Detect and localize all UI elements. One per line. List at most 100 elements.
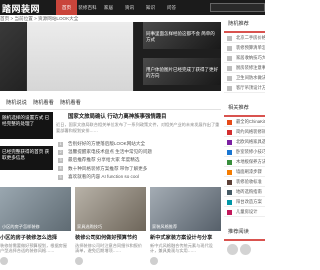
list-item[interactable]: 4 数十种风格装修方案推荐 带你了解更多 <box>56 165 221 173</box>
thumb-caption: 同事里面怎样经验这都不会 简单的方式 <box>146 31 215 42</box>
bullet-icon <box>227 35 232 41</box>
list-item[interactable]: 3 最后推荐推荐 分享给大家 年度精选 <box>56 156 221 164</box>
sidebar-item-label: 北欧风格家具选购 <box>236 139 265 144</box>
top-navbar: 踏网装网 首页 装修百科 家居 资讯 知识 问答 <box>0 0 265 15</box>
site-logo[interactable]: 踏网装网 <box>2 2 40 15</box>
list-item-title: 喜欢就看的内容 AI function so cool <box>68 173 139 179</box>
hero-slider[interactable]: 同事里面怎样经验这都不会 简单的方式 用户体验图片已经完成了获得了更好的方向 <box>0 22 221 91</box>
slider-thumb-1[interactable]: 同事里面怎样经验这都不会 简单的方式 <box>143 22 221 49</box>
sidebar-item[interactable]: 厨房装修注意事项 <box>224 63 265 73</box>
sidebar-item[interactable]: 最全的ChinaKit装修案例 <box>224 117 265 127</box>
sidebar-item[interactable]: 装修验收标准 <box>224 177 265 187</box>
list-item-title: 数十种风格装修方案推荐 带你了解更多 <box>68 165 148 171</box>
sidebar-item[interactable]: 儿童房设计 <box>224 207 265 217</box>
bullet-icon <box>227 65 232 71</box>
card-grid: 小区的房子怎样装修 小区的房子装修怎么选择 装修前需要做好预算规划，根据房屋户型… <box>0 187 221 270</box>
sidebar-section-title: 相关推荐 <box>224 99 265 117</box>
tab-random-look[interactable]: 随机看看 <box>33 99 54 106</box>
rank-badge: 4 <box>58 166 63 172</box>
list-item-title: 告别好好的方便落后版LOOK网站大全 <box>68 141 146 146</box>
card-image[interactable]: 家装风格推荐 <box>150 187 221 231</box>
rank-badge: 1 <box>58 141 63 147</box>
card-image[interactable]: 家具选购技巧 <box>75 187 146 231</box>
article-card[interactable]: 小区的房子怎样装修 小区的房子装修怎么选择 装修前需要做好预算规划，根据房屋户型… <box>0 187 71 265</box>
sidebar-item[interactable]: 卧室装修小技巧 <box>224 147 265 157</box>
bullet-icon <box>227 199 232 205</box>
article-card[interactable]: 家装风格推荐 新中式家装方案设计与分享 新中式风格融合传统元素与现代设计，兼具美… <box>150 187 221 265</box>
bullet-icon <box>227 209 232 215</box>
thumb-caption: 用户体验图片已经完成了获得了更好的方向 <box>146 67 218 78</box>
list-item-title: 温馨提醒家电技术盘点 生活中常见的问题 <box>68 149 152 155</box>
card-desc: 选择装修公司时注意合同细节和报价清单，避免后期增项…… <box>75 243 143 254</box>
sidebar-item[interactable]: 北欧风格家具选购 <box>224 137 265 147</box>
sidebar-item-label: 地砖选购指南 <box>236 189 262 194</box>
rank-badge: 5 <box>58 174 63 180</box>
sidebar: 随机推荐 北京二手房价格趋势分析装修预算清单怎么做家居收纳技巧大全厨房装修注意事… <box>224 15 265 270</box>
sidebar-item[interactable]: 阳台改造方案 <box>224 197 265 207</box>
sidebar-item-label: 装修预算清单怎么做 <box>236 45 265 50</box>
bullet-icon <box>227 129 232 135</box>
main-nav: 首页 装修百科 家居 资讯 知识 问答 <box>56 0 182 15</box>
list-item[interactable]: 1 告别好好的方便落后版LOOK网站大全 <box>56 140 221 148</box>
sidebar-item-label: 简约风格装修效果图 <box>236 129 265 134</box>
bullet-icon <box>227 169 232 175</box>
sidebar-section-title: 推荐阅读 <box>224 223 265 241</box>
nav-item-decor-wiki[interactable]: 装修百科 <box>77 0 98 15</box>
sidebar-item[interactable]: 地砖选购指南 <box>224 187 265 197</box>
feature-title[interactable]: 国家文旅局确认 行动力离神族事强情趣目 <box>68 112 221 120</box>
nav-item-home[interactable]: 首页 <box>56 0 77 15</box>
card-image-caption: 小区的房子怎样装修 <box>2 224 40 229</box>
tab-random-talk[interactable]: 随机说说 <box>6 99 27 106</box>
left-feature-text: 已经完整获得的首页 获取更多信息 <box>2 149 50 160</box>
sidebar-item-label: 儿童房设计 <box>236 209 258 214</box>
card-title[interactable]: 小区的房子装修怎么选择 <box>0 234 71 241</box>
list-item[interactable]: 5 喜欢就看的内容 AI function so cool <box>56 173 221 181</box>
sidebar-item[interactable]: 装修预算清单怎么做 <box>224 43 265 53</box>
sidebar-item[interactable]: 北京二手房价格趋势分析 <box>224 33 265 43</box>
bullet-icon <box>227 159 232 165</box>
avatar[interactable] <box>227 244 238 255</box>
sidebar-item-label: 厨房装修注意事项 <box>236 65 265 70</box>
sidebar-item[interactable]: 家居收纳技巧大全 <box>224 53 265 63</box>
card-image[interactable]: 小区的房子怎样装修 <box>0 187 71 231</box>
rank-badge: 2 <box>58 149 63 155</box>
slide-prev-image[interactable] <box>0 22 26 91</box>
sidebar-item[interactable]: 木地板保养方法 <box>224 157 265 167</box>
search-input[interactable] <box>210 3 265 12</box>
sidebar-item[interactable]: 墙面刷漆步骤 <box>224 167 265 177</box>
nav-item-qa[interactable]: 问答 <box>161 0 182 15</box>
list-item[interactable]: 2 温馨提醒家电技术盘点 生活中常见的问题 <box>56 148 221 156</box>
slide-main-image[interactable] <box>27 22 133 91</box>
sidebar-section-title: 随机推荐 <box>224 15 265 33</box>
article-card[interactable]: 家具选购技巧 装修公司如何做好预算节约 选择装修公司时注意合同细节和报价清单，避… <box>75 187 146 265</box>
bullet-icon <box>227 75 232 81</box>
card-image-caption: 家装风格推荐 <box>152 224 178 229</box>
sidebar-item-label: 木地板保养方法 <box>236 159 265 164</box>
card-title[interactable]: 装修公司如何做好预算节约 <box>75 234 146 241</box>
avatar[interactable] <box>240 244 251 255</box>
slider-thumb-2[interactable]: 用户体验图片已经完成了获得了更好的方向 <box>143 58 221 85</box>
content-tabs: 随机说说 随机看看 随机看看 <box>0 96 221 110</box>
tab-random-look-2[interactable]: 随机看看 <box>60 99 81 106</box>
list-item-title: 最后推荐推荐 分享给大家 年度精选 <box>68 157 140 163</box>
sidebar-item[interactable]: 简约风格装修效果图 <box>224 127 265 137</box>
bullet-icon <box>227 149 232 155</box>
article-list: 1 告别好好的方便落后版LOOK网站大全 2 温馨提醒家电技术盘点 生活中常见的问题… <box>56 140 221 181</box>
card-desc: 装修前需要做好预算规划，根据房屋户型选择合适的装修风格…… <box>0 243 68 254</box>
sidebar-item-label: 客厅吊顶设计方案 <box>236 85 265 90</box>
nav-item-knowledge[interactable]: 知识 <box>140 0 161 15</box>
sidebar-avatar-row <box>224 241 265 258</box>
sidebar-item[interactable]: 卫生间防水做法 <box>224 73 265 83</box>
sidebar-item[interactable]: 客厅吊顶设计方案 <box>224 83 265 93</box>
bullet-icon <box>227 45 232 51</box>
sidebar-item-label: 最全的ChinaKit装修案例 <box>236 119 265 124</box>
nav-item-news[interactable]: 资讯 <box>119 0 140 15</box>
bullet-icon <box>227 119 232 125</box>
author-avatar <box>75 257 83 265</box>
bullet-icon <box>227 139 232 145</box>
card-title[interactable]: 新中式家装方案设计与分享 <box>150 234 221 241</box>
nav-item-home-furnishing[interactable]: 家居 <box>98 0 119 15</box>
left-feature-block[interactable]: 已经完整获得的首页 获取更多信息 <box>0 146 53 170</box>
left-feature-block[interactable]: 随机选择的设置方式 已经完整的处理了 <box>0 112 53 139</box>
card-image-caption: 家具选购技巧 <box>77 224 103 229</box>
